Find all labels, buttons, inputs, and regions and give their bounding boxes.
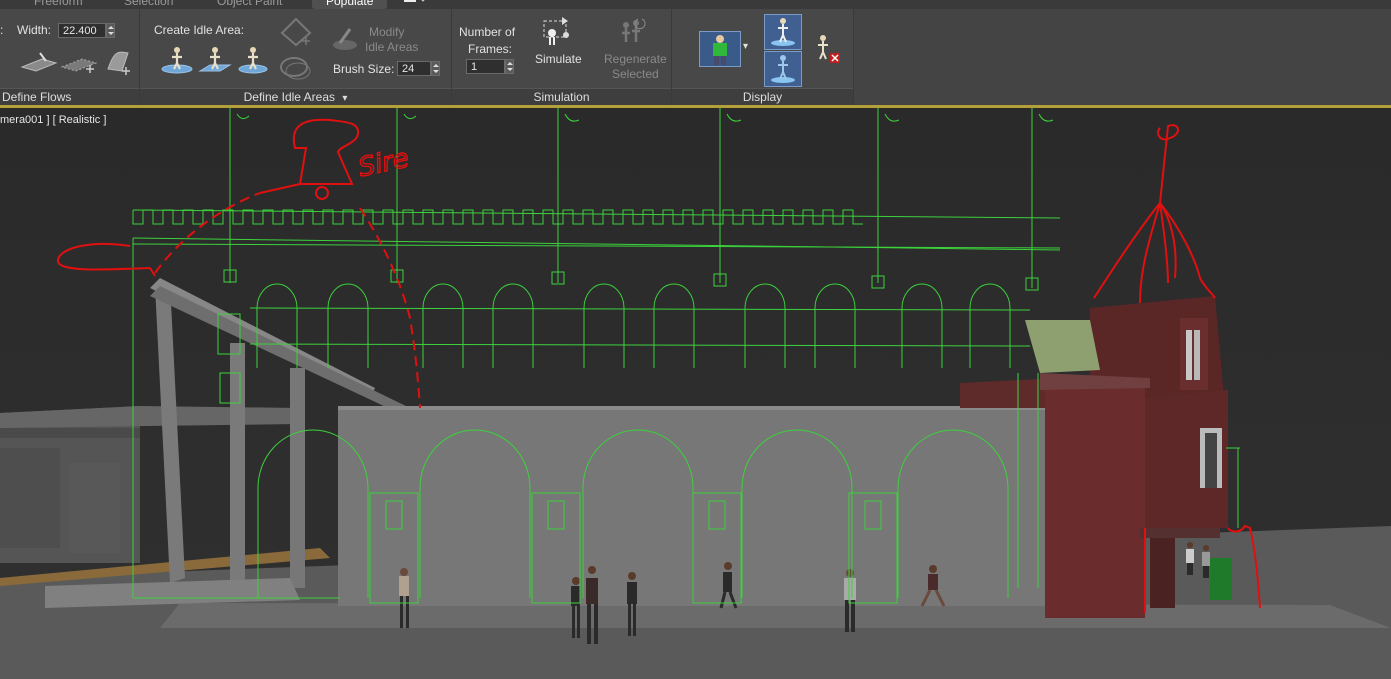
viewport-camera[interactable]: Sire mera001 ] [ Realistic ] xyxy=(0,108,1391,679)
green-figure-icon[interactable] xyxy=(699,31,741,67)
figure-ghost-icon[interactable] xyxy=(764,51,802,87)
modify-label-line2: Idle Areas xyxy=(365,40,419,54)
width-spinner-arrows[interactable] xyxy=(106,23,115,38)
panel-display: ▾ Display xyxy=(672,9,854,105)
main-wall xyxy=(338,406,1050,606)
modify-label-line1: Modify xyxy=(369,25,405,39)
delete-people-icon[interactable] xyxy=(810,31,844,65)
width-input[interactable]: 22.400 xyxy=(58,23,106,38)
panel-define-idle-areas: Create Idle Area: Modify Idle Areas Brus… xyxy=(140,9,452,105)
chevron-down-icon[interactable]: ▾ xyxy=(743,41,748,52)
frames-spinner-arrows[interactable] xyxy=(505,59,514,74)
tab-object-paint[interactable]: Object Paint xyxy=(217,0,282,9)
ribbon-tab-strip: Freeform Selection Object Paint Populate xyxy=(0,0,1391,9)
add-idle-area-icon xyxy=(278,15,314,49)
brush-size-input[interactable]: 24 xyxy=(397,61,431,76)
define-idle-areas-footer-label: Define Idle Areas xyxy=(243,90,335,104)
viewport-label[interactable]: mera001 ] [ Realistic ] xyxy=(0,114,106,126)
chevron-down-icon: ▾ xyxy=(342,93,348,104)
width-label: Width: xyxy=(17,23,52,37)
panel-simulation: Number of Frames: 1 Simulate Regenerate … xyxy=(452,9,672,105)
figure-standing-icon[interactable] xyxy=(764,14,802,50)
subtract-idle-area-icon xyxy=(278,53,314,83)
person-circle-icon[interactable] xyxy=(160,43,194,75)
simulate-icon[interactable] xyxy=(540,15,574,49)
tab-selection[interactable]: Selection xyxy=(124,0,173,9)
define-idle-areas-footer[interactable]: Define Idle Areas ▾ xyxy=(140,88,451,105)
panel-define-flows: : Width: 22.400 Define Flows xyxy=(0,9,140,105)
plaza-slab xyxy=(160,603,1391,628)
frames-label-line1: Number of xyxy=(459,25,516,39)
create-flow-icon[interactable] xyxy=(20,47,58,77)
define-flows-footer: Define Flows xyxy=(0,88,139,105)
scene-render: Sire xyxy=(0,108,1391,679)
regenerate-selected-icon xyxy=(616,15,650,49)
ribbon: : Width: 22.400 Define Flows Create Idle… xyxy=(0,9,1391,105)
simulate-label[interactable]: Simulate xyxy=(535,52,582,66)
modify-idle-areas-icon xyxy=(330,25,360,53)
tab-freeform[interactable]: Freeform xyxy=(34,0,83,9)
person-circle-icon[interactable] xyxy=(236,43,270,75)
create-idle-area-label: Create Idle Area: xyxy=(154,23,245,37)
frames-input[interactable]: 1 xyxy=(466,59,505,74)
add-flow-segment-icon[interactable] xyxy=(60,47,98,77)
regenerate-label-line1: Regenerate xyxy=(604,52,667,66)
display-footer: Display xyxy=(672,88,853,105)
create-ramp-icon[interactable] xyxy=(100,47,136,77)
frames-label-line2: Frames: xyxy=(468,42,513,56)
person-circle-icon[interactable] xyxy=(198,43,232,75)
ribbon-options-icon[interactable] xyxy=(402,0,428,9)
regenerate-label-line2: Selected xyxy=(612,67,659,81)
brush-size-label: Brush Size: xyxy=(333,62,395,76)
simulation-footer: Simulation xyxy=(452,88,671,105)
brush-size-spinner-arrows[interactable] xyxy=(431,61,440,76)
tab-populate[interactable]: Populate xyxy=(312,0,388,9)
green-box xyxy=(1210,558,1232,600)
colon-fragment: : xyxy=(0,23,4,37)
